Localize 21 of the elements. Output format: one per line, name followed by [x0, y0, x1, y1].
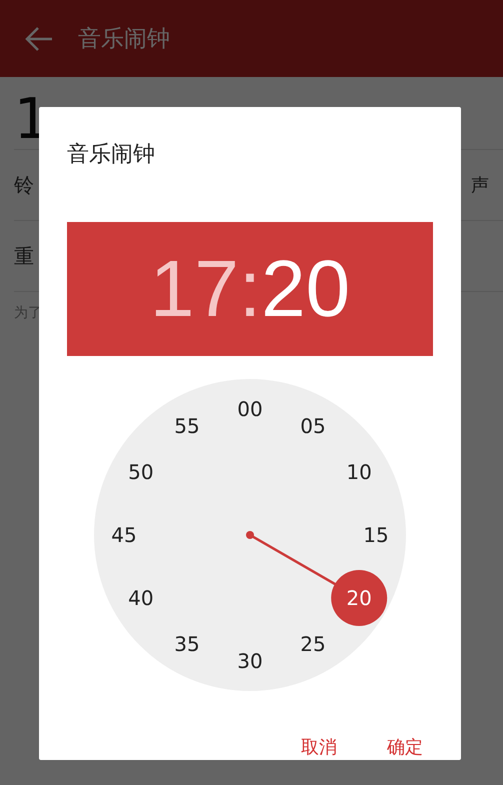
setting-label: 重	[14, 242, 34, 270]
dial-number[interactable]: 15	[363, 523, 389, 547]
setting-value: 声	[471, 174, 489, 197]
dial-number[interactable]: 20	[346, 586, 372, 610]
dial-number[interactable]: 50	[128, 460, 154, 484]
dialog-button[interactable]: 确定	[377, 729, 433, 765]
dial-number[interactable]: 55	[174, 414, 200, 438]
dial-number[interactable]: 40	[128, 586, 154, 610]
dialog-button[interactable]: 取消	[291, 729, 347, 765]
dial-number[interactable]: 05	[300, 414, 326, 438]
dial-number[interactable]: 25	[300, 632, 326, 656]
dial-number[interactable]: 35	[174, 632, 200, 656]
dial-number[interactable]: 30	[237, 649, 263, 673]
clock-dial[interactable]: 00 05 10 15 20 25 30 35 40 45 50 55	[94, 379, 406, 691]
dial-number[interactable]: 00	[237, 397, 263, 421]
dialog-title: 音乐闹钟	[67, 141, 156, 169]
dial-number[interactable]: 45	[111, 523, 137, 547]
setting-label: 铃	[14, 172, 34, 198]
back-arrow-icon[interactable]	[24, 26, 54, 52]
app-title: 音乐闹钟	[78, 25, 170, 54]
dial-number[interactable]: 10	[346, 460, 372, 484]
